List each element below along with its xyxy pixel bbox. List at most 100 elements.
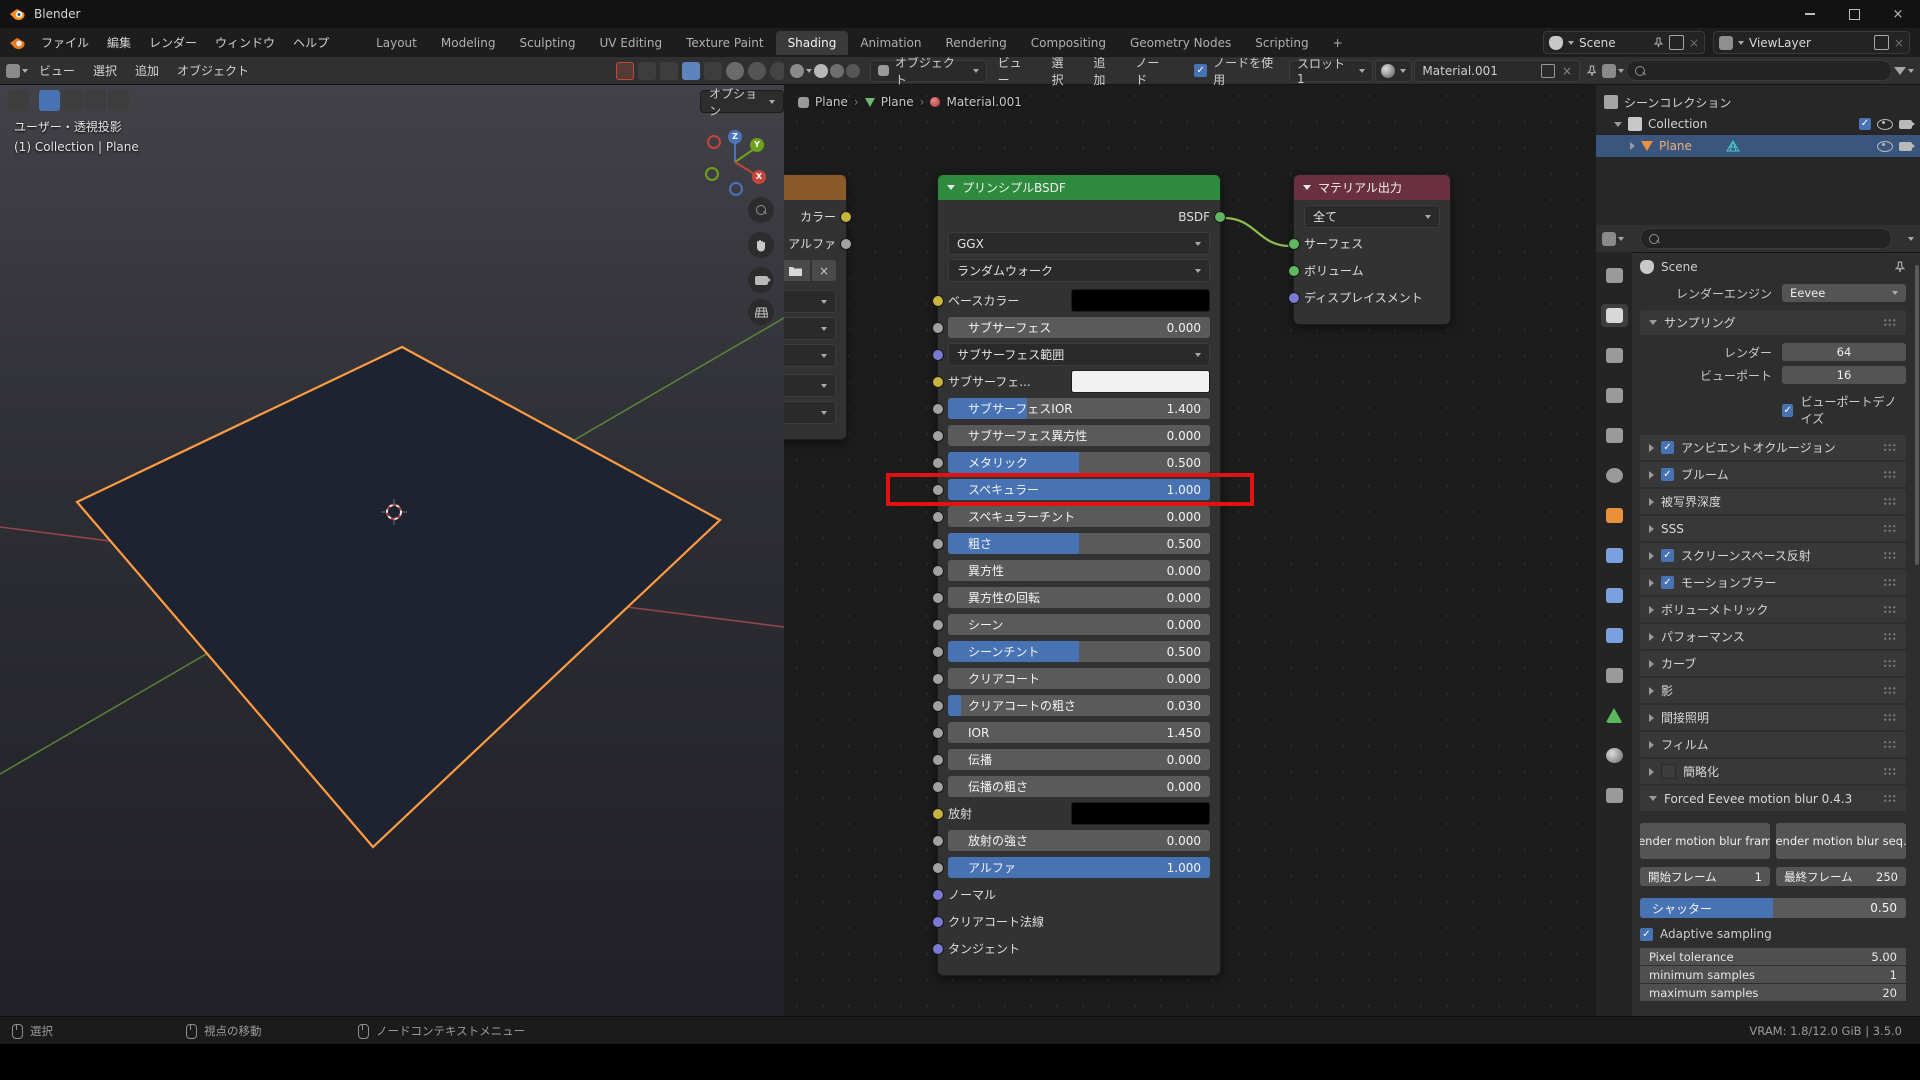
panel-grip-icon[interactable]	[1883, 318, 1897, 327]
slider-17[interactable]: 伝播 0.000	[948, 749, 1210, 770]
shader-menu-2[interactable]: 追加	[1084, 57, 1126, 92]
blender-app-menu-icon[interactable]	[8, 35, 26, 51]
chevron-down-icon[interactable]	[1618, 68, 1624, 73]
unlink-image-button[interactable]: ×	[812, 260, 836, 281]
mode-toggle-icon[interactable]	[616, 61, 634, 80]
slider-16[interactable]: IOR 1.450	[948, 722, 1210, 743]
panel-11[interactable]: フィルム	[1640, 732, 1906, 757]
shader-menu-3[interactable]: ノード	[1126, 57, 1180, 92]
viewlayer-selector[interactable]: ViewLayer ×	[1713, 31, 1910, 54]
panel-10[interactable]: 間接照明	[1640, 705, 1906, 730]
expand-icon[interactable]	[1614, 121, 1622, 127]
input-socket[interactable]	[932, 943, 944, 955]
new-scene-icon[interactable]	[1668, 35, 1684, 50]
workspace-tab-layout[interactable]: Layout	[364, 31, 429, 55]
minimize-button[interactable]	[1788, 0, 1832, 28]
shader-editor[interactable]: オブジェクト ビュー 選択 追加 ノード ✓ ノードを使用 スロット1 Materia…	[784, 57, 1597, 1016]
chevron-down-icon[interactable]	[805, 68, 812, 73]
properties-tab-output[interactable]	[1601, 344, 1628, 367]
new-viewlayer-icon[interactable]	[1873, 35, 1889, 50]
material-name-field[interactable]: Material.001 ×	[1414, 59, 1581, 82]
panel-grip-icon[interactable]	[1883, 659, 1897, 668]
image-node-dropdown[interactable]	[784, 317, 836, 340]
slider-12[interactable]: シーン 0.000	[948, 614, 1210, 635]
workspace-tab-modeling[interactable]: Modeling	[429, 31, 508, 55]
properties-tab-world[interactable]	[1601, 464, 1628, 487]
unlink-material-icon[interactable]: ×	[1562, 64, 1572, 78]
input-socket[interactable]	[932, 781, 944, 793]
add-workspace-button[interactable]: +	[1321, 31, 1355, 55]
color-swatch[interactable]	[1071, 289, 1210, 312]
unlink-scene-icon[interactable]: ×	[1689, 36, 1699, 50]
copy-material-icon[interactable]	[1540, 63, 1555, 78]
input-socket[interactable]	[932, 835, 944, 847]
slider-10[interactable]: 異方性 0.000	[948, 560, 1210, 581]
shader-type-dropdown[interactable]: オブジェクト	[869, 57, 987, 87]
workspace-tab-scripting[interactable]: Scripting	[1243, 31, 1320, 55]
slider-15[interactable]: クリアコートの粗さ 0.030	[948, 695, 1210, 716]
properties-tab-object-data[interactable]	[1601, 704, 1628, 727]
viewport-denoise-toggle[interactable]: ✓ ビューポートデノイズ	[1782, 393, 1906, 427]
properties-tab-constraints[interactable]	[1601, 664, 1628, 687]
workspace-tab-compositing[interactable]: Compositing	[1019, 31, 1118, 55]
panel-8[interactable]: カーブ	[1640, 651, 1906, 676]
properties-tab-scene[interactable]	[1601, 424, 1628, 447]
editor-type-icon[interactable]	[1602, 231, 1616, 246]
properties-tab-tool[interactable]	[1601, 264, 1628, 287]
pan-hand-button[interactable]	[748, 232, 774, 258]
viewport-menu-1[interactable]: 選択	[84, 58, 126, 83]
motion-blur-button-1[interactable]: Render motion blur seq...	[1776, 823, 1906, 859]
output-socket[interactable]	[840, 238, 852, 250]
input-socket[interactable]	[932, 403, 944, 415]
denoise-checkbox[interactable]: ✓	[1782, 403, 1794, 417]
camera-render-icon[interactable]	[1899, 119, 1915, 129]
input-socket[interactable]	[932, 430, 944, 442]
menu-3[interactable]: ウィンドウ	[206, 30, 284, 55]
image-node-dropdown[interactable]	[784, 401, 836, 424]
slider-14[interactable]: クリアコート 0.000	[948, 668, 1210, 689]
eye-icon[interactable]	[1877, 118, 1893, 130]
properties-tab-object[interactable]	[1601, 504, 1628, 527]
slider-20[interactable]: 放射の強さ 0.000	[948, 830, 1210, 851]
panel-12[interactable]: 簡略化	[1640, 759, 1906, 784]
transform-orientation-icon[interactable]	[638, 61, 656, 80]
principled-bsdf-header[interactable]: プリンシプルBSDF	[938, 175, 1220, 200]
slider-21[interactable]: アルファ 1.000	[948, 857, 1210, 878]
motion-blur-panel-header[interactable]: Forced Eevee motion blur 0.4.3	[1640, 786, 1906, 811]
input-socket[interactable]	[932, 295, 944, 307]
input-socket[interactable]	[932, 457, 944, 469]
menu-0[interactable]: ファイル	[32, 30, 98, 55]
properties-editor[interactable]: Scene レンダーエンジン Eevee サンプリング レンダー 64 ビューポート…	[1596, 225, 1920, 1016]
properties-tab-physics[interactable]	[1601, 624, 1628, 647]
properties-tab-material[interactable]	[1601, 744, 1628, 767]
remove-viewlayer-icon[interactable]: ×	[1894, 36, 1904, 50]
chevron-down-icon[interactable]	[1908, 236, 1914, 241]
motion-blur-value-row-0[interactable]: Pixel tolerance 5.00	[1640, 948, 1906, 965]
viewport-scene[interactable]	[0, 84, 784, 1016]
input-socket[interactable]	[932, 727, 944, 739]
slider-9[interactable]: 粗さ 0.500	[948, 533, 1210, 554]
snap-icon[interactable]	[660, 61, 678, 80]
panel-7[interactable]: パフォーマンス	[1640, 624, 1906, 649]
workspace-tab-shading[interactable]: Shading	[775, 30, 849, 55]
chevron-down-icon[interactable]	[22, 68, 28, 73]
shader-ball-linestyle-icon[interactable]	[845, 63, 860, 78]
panel-1[interactable]: ✓ ブルーム	[1640, 462, 1906, 487]
shader-menu-1[interactable]: 選択	[1043, 57, 1085, 92]
eye-icon[interactable]	[1877, 140, 1893, 152]
input-socket[interactable]	[932, 376, 944, 388]
principled-bsdf-node[interactable]: プリンシプルBSDF BSDF GGX ランダムウォーク ベースカラー サブサーフ…	[886, 174, 1254, 976]
slider-1[interactable]: サブサーフェス 0.000	[948, 317, 1210, 338]
input-socket[interactable]	[932, 754, 944, 766]
panel-0[interactable]: ✓ アンビエントオクルージョン	[1640, 435, 1906, 460]
panel-9[interactable]: 影	[1640, 678, 1906, 703]
pin-icon[interactable]	[1653, 37, 1664, 48]
material-slot-dropdown[interactable]: スロット1	[1288, 57, 1374, 86]
slider-4[interactable]: サブサーフェスIOR 1.400	[948, 398, 1210, 419]
collapse-icon[interactable]	[1303, 185, 1311, 190]
workspace-tab-animation[interactable]: Animation	[848, 31, 933, 55]
gizmo-y-axis[interactable]: Y	[750, 138, 764, 152]
panel-grip-icon[interactable]	[1883, 794, 1897, 803]
bsdf-output-socket[interactable]	[1214, 211, 1226, 223]
input-socket[interactable]	[932, 565, 944, 577]
